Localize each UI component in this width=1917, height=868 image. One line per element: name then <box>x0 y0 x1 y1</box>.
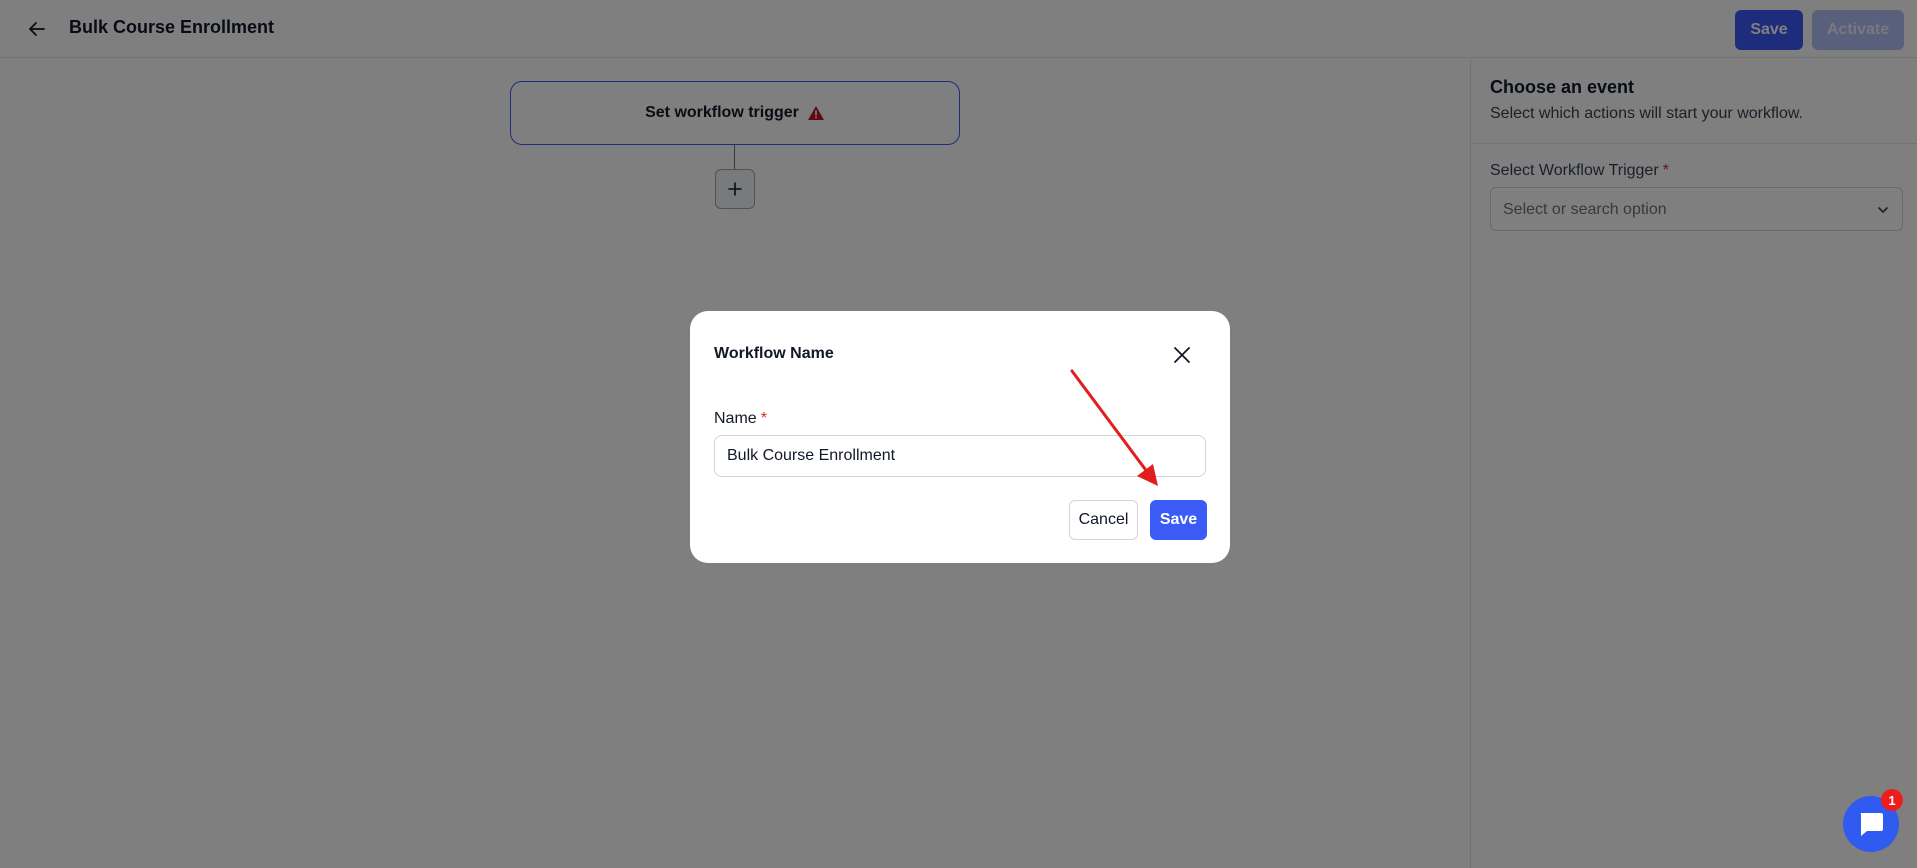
workflow-name-dialog: Workflow Name Name* Cancel Save <box>690 311 1230 563</box>
dialog-close-button[interactable] <box>1168 341 1196 369</box>
chat-notification-badge: 1 <box>1881 789 1903 811</box>
name-label-text: Name <box>714 410 757 427</box>
close-icon <box>1174 347 1190 363</box>
save-button[interactable]: Save <box>1150 500 1207 540</box>
chat-bubble-icon <box>1860 813 1883 836</box>
workflow-editor: Bulk Course Enrollment Save Activate Set… <box>0 0 1917 868</box>
dialog-title: Workflow Name <box>714 345 834 362</box>
workflow-name-input[interactable] <box>714 435 1206 477</box>
name-required-mark: * <box>760 410 767 427</box>
cancel-button[interactable]: Cancel <box>1069 500 1138 540</box>
name-field-label: Name * <box>714 410 767 428</box>
